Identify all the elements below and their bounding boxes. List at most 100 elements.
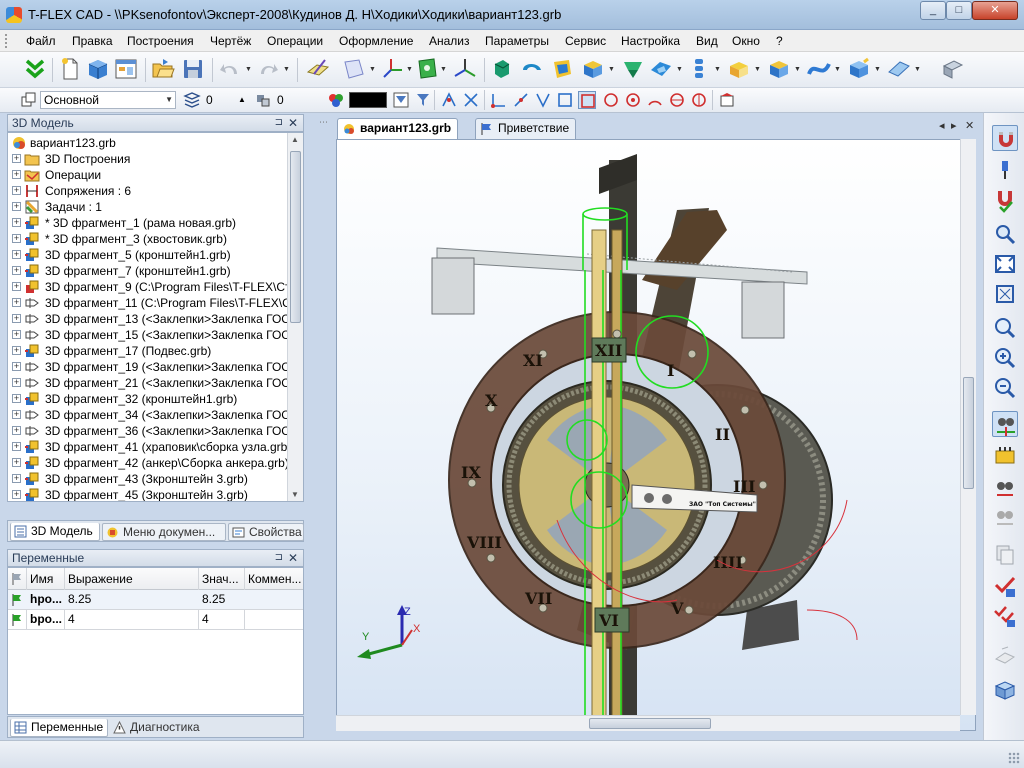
document-close-icon[interactable]: ✕ (965, 119, 974, 132)
pin-icon[interactable]: ⊐ (275, 115, 283, 131)
close-button[interactable]: ✕ (972, 1, 1018, 20)
viewport-hscroll-thumb[interactable] (589, 718, 711, 729)
filter-icon[interactable] (392, 91, 410, 109)
tab-variables[interactable]: Переменные (10, 719, 108, 737)
expand-icon[interactable]: + (12, 362, 21, 371)
section-view-icon[interactable] (992, 643, 1018, 669)
expand-icon[interactable]: + (12, 234, 21, 243)
menu-grip[interactable] (5, 34, 9, 48)
model-panel-close-icon[interactable]: ✕ (288, 115, 298, 131)
check-assembly-icon[interactable] (992, 603, 1018, 629)
expand-icon[interactable]: + (12, 154, 21, 163)
tab-3d-model[interactable]: 3D Модель (10, 523, 100, 541)
expand-icon[interactable]: + (12, 218, 21, 227)
undo-icon[interactable] (217, 56, 243, 82)
level-spin-arrows[interactable]: ▲ (238, 91, 246, 109)
zoom-in-icon[interactable] (992, 315, 1018, 341)
priority-spin[interactable]: 0 (277, 91, 284, 109)
plane-icon[interactable] (341, 56, 367, 82)
tree-item[interactable]: +3D фрагмент_9 (C:\Program Files\T-FLEX\… (8, 279, 303, 295)
snap-11-icon[interactable] (668, 91, 686, 109)
variables-pin-icon[interactable]: ⊐ (275, 550, 283, 566)
viewport-vertical-scrollbar[interactable] (960, 139, 976, 715)
col-name[interactable]: Имя (30, 572, 53, 586)
menu-construct[interactable]: Построения (127, 34, 194, 48)
expand-icon[interactable]: + (12, 202, 21, 211)
minimize-button[interactable]: _ (920, 1, 946, 20)
tab-welcome[interactable]: Приветствие (475, 118, 577, 139)
tab-document-menu[interactable]: Меню докумен... (102, 523, 226, 541)
orbit-view-icon[interactable] (992, 475, 1018, 501)
menu-service[interactable]: Сервис (565, 34, 606, 48)
tree-item[interactable]: +3D фрагмент_45 (Зкронштейн 3.grb) (8, 487, 288, 501)
tree-item[interactable]: +3D фрагмент_5 (кронштейн1.grb) (8, 247, 288, 263)
variable-row[interactable]: bpo... 4 4 (8, 610, 303, 630)
box-view-icon[interactable] (992, 677, 1018, 703)
tree-item[interactable]: +3D фрагмент_41 (храповик\сборка узла.gr… (8, 439, 291, 455)
snap-12-icon[interactable] (690, 91, 708, 109)
pattern-icon[interactable] (686, 56, 712, 82)
tree-scrollbar[interactable]: ▲ ▼ (287, 133, 303, 501)
tree-item[interactable]: + Операции (8, 167, 288, 183)
magnet-snap-icon[interactable] (992, 125, 1018, 151)
layers-icon[interactable] (20, 91, 38, 109)
copy-view-icon[interactable] (992, 541, 1018, 567)
tab-scroll-right-icon[interactable]: ▸ (951, 119, 957, 132)
tree-item[interactable]: + * 3D фрагмент_1 (рама новая.grb) (8, 215, 288, 231)
zoom-dynamic-icon[interactable] (992, 345, 1018, 371)
solid-box-icon[interactable] (846, 56, 872, 82)
maximize-button[interactable]: □ (946, 1, 972, 20)
expand-icon[interactable]: + (12, 346, 21, 355)
variables-panel-close-icon[interactable]: ✕ (288, 550, 298, 566)
save-icon[interactable] (180, 56, 206, 82)
snap-1-icon[interactable] (440, 91, 458, 109)
sheet-metal-icon[interactable] (940, 56, 966, 82)
menu-analysis[interactable]: Анализ (429, 34, 470, 48)
tab-document-variant[interactable]: вариант123.grb (337, 118, 459, 139)
double-chevron-icon[interactable] (22, 56, 48, 82)
expand-icon[interactable]: + (12, 266, 21, 275)
level-icon[interactable] (183, 91, 201, 109)
tree-item[interactable]: +3D фрагмент_36 (<Заклепки>Заклепка ГОСТ (8, 423, 297, 439)
menu-drawing[interactable]: Чертёж (210, 34, 251, 48)
surface-icon[interactable] (886, 56, 912, 82)
snap-2-icon[interactable] (462, 91, 480, 109)
snap-4-icon[interactable] (512, 91, 530, 109)
menu-file[interactable]: Файл (26, 34, 56, 48)
zoom-window-icon[interactable] (992, 221, 1018, 247)
shell-icon[interactable] (648, 56, 674, 82)
color-swatch[interactable] (349, 92, 387, 108)
col-value[interactable]: Знач... (202, 572, 239, 586)
redo-icon[interactable] (255, 56, 281, 82)
chamfer-icon[interactable] (766, 56, 792, 82)
tree-item[interactable]: +3D фрагмент_42 (анкер\Сборка анкера.grb… (8, 455, 289, 471)
new-drawing-icon[interactable] (113, 56, 139, 82)
expand-icon[interactable]: + (12, 442, 21, 451)
pin-snap-icon[interactable] (992, 157, 1018, 183)
priority-icon[interactable] (254, 91, 272, 109)
viewport-horizontal-scrollbar[interactable] (336, 715, 960, 731)
snap-10-icon[interactable] (646, 91, 664, 109)
fit-icon[interactable] (992, 281, 1018, 307)
tree-item[interactable]: +3D фрагмент_15 (<Заклепки>Заклепка ГОСТ (8, 327, 297, 343)
extrude-icon[interactable] (489, 56, 515, 82)
expand-icon[interactable]: + (12, 378, 21, 387)
workplane-icon[interactable] (305, 56, 331, 82)
open-icon[interactable] (150, 56, 176, 82)
tree-item[interactable]: + * 3D фрагмент_3 (хвостовик.grb) (8, 231, 288, 247)
col-expression[interactable]: Выражение (68, 572, 133, 586)
tree-item[interactable]: +3D фрагмент_13 (<Заклепки>Заклепка ГОСТ (8, 311, 297, 327)
snap-5-icon[interactable] (534, 91, 552, 109)
snap-13-icon[interactable] (718, 91, 736, 109)
loft-icon[interactable] (549, 56, 575, 82)
new-document-icon[interactable] (57, 56, 83, 82)
axes-icon[interactable] (452, 56, 478, 82)
snap-7-icon[interactable] (578, 91, 596, 109)
check-model-icon[interactable] (992, 573, 1018, 599)
menu-parameters[interactable]: Параметры (485, 34, 549, 48)
lcs-icon[interactable] (379, 56, 405, 82)
tree-item[interactable]: + Сопряжения : 6 (8, 183, 288, 199)
menu-view[interactable]: Вид (696, 34, 718, 48)
tree-item[interactable]: +3D фрагмент_43 (Зкронштейн 3.grb) (8, 471, 288, 487)
boolean-icon[interactable] (580, 56, 606, 82)
